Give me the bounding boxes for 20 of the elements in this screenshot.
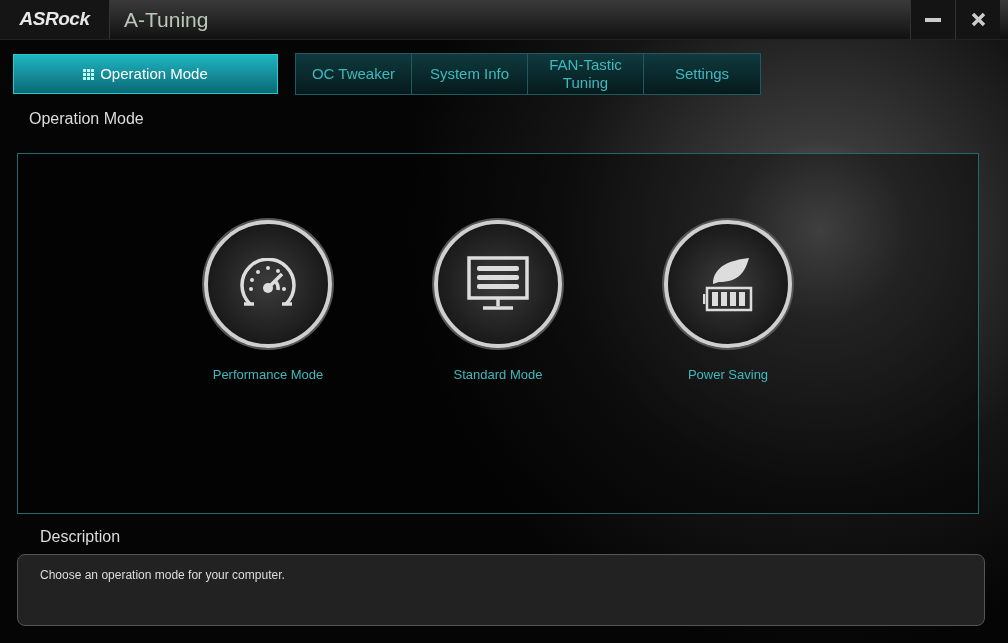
mode-label: Standard Mode [453,366,543,384]
tab[interactable]: System Info [412,54,528,94]
close-icon [970,12,986,27]
description-title: Description [39,527,122,547]
tab[interactable]: OC Tweaker [296,54,412,94]
tab[interactable]: Settings [644,54,760,94]
window-title: A-Tuning [123,6,209,33]
grid-icon [83,68,95,80]
mode-label: Power Saving [687,366,769,384]
leaf-battery-icon [703,256,753,312]
minimize-button[interactable] [910,0,955,39]
logo: ASRock [0,0,110,39]
tab[interactable]: Operation Mode [13,54,278,94]
minimize-icon [925,17,941,22]
section-title: Operation Mode [28,110,145,127]
close-button[interactable] [955,0,1000,39]
description-text: Choose an operation mode for your computer. [40,568,285,582]
mode-label: Performance Mode [212,366,324,384]
monitor-icon [467,256,529,312]
tab[interactable]: FAN-Tastic Tuning [528,54,644,94]
